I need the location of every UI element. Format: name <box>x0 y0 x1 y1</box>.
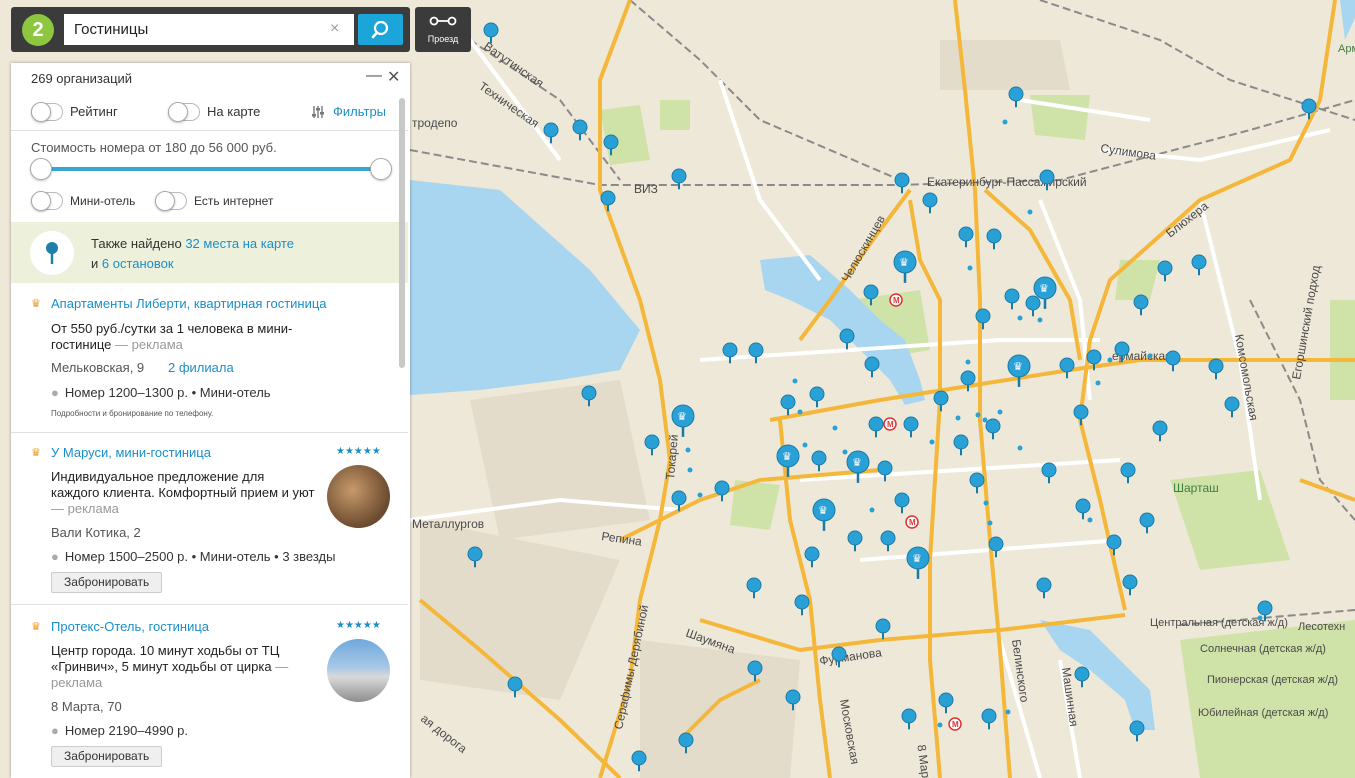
result-description: Центр города. 10 минут ходьбы от ТЦ «Гри… <box>51 643 289 690</box>
result-room-info: ● Номер 1500–2500 р. • Мини-отель • 3 зве… <box>51 549 336 564</box>
svg-text:♛: ♛ <box>852 456 862 469</box>
svg-text:♛: ♛ <box>1039 282 1049 295</box>
result-title[interactable]: Апартаменты Либерти, квартирная гостиниц… <box>51 296 327 311</box>
result-description: От 550 руб./сутки за 1 человека в мини-г… <box>51 321 293 352</box>
svg-text:♛: ♛ <box>912 552 922 565</box>
label-arma: Арма <box>1338 43 1355 55</box>
route-label: Проезд <box>427 34 459 44</box>
result-title[interactable]: У Маруси, мини-гостиница <box>51 445 211 460</box>
hotel-photo[interactable] <box>327 465 390 528</box>
clear-search-icon[interactable]: × <box>330 20 339 38</box>
divider <box>11 432 408 433</box>
label-metallurgov: Металлургов <box>412 517 484 531</box>
crown-icon: ♛ <box>31 621 41 633</box>
label-trodepo: тродепо <box>412 116 458 130</box>
label-pionerskaya: Пионерская (детская ж/д) <box>1207 674 1338 686</box>
svg-text:♛: ♛ <box>782 450 792 463</box>
label-shartash: Шарташ <box>1173 481 1219 495</box>
results-count: 269 организаций <box>31 71 133 86</box>
rating-stars: ★★★★★ <box>336 446 381 457</box>
places-on-map-link[interactable]: 32 места на карте <box>185 236 294 251</box>
svg-text:♛: ♛ <box>818 504 828 517</box>
results-panel: 269 организаций — ✕ Рейтинг На карте Фил… <box>11 63 410 778</box>
svg-text:М: М <box>952 720 959 729</box>
result-room-info: ● Номер 2190–4990 р. <box>51 723 189 738</box>
internet-toggle[interactable] <box>155 191 187 211</box>
panel-scrollbar[interactable] <box>399 98 405 368</box>
hotel-photo[interactable] <box>327 639 390 702</box>
search-icon <box>371 20 389 39</box>
result-address: 8 Марта, 70 <box>51 699 122 714</box>
filters-icon[interactable] <box>311 105 325 119</box>
search-input[interactable]: Гостиницы <box>64 14 354 45</box>
svg-text:♛: ♛ <box>1013 360 1023 373</box>
result-note: Подробности и бронирование по телефону. <box>51 409 214 418</box>
svg-text:М: М <box>887 420 894 429</box>
also-found-prefix: Также найдено <box>91 236 186 251</box>
price-slider-min-handle[interactable] <box>30 158 52 180</box>
rating-toggle[interactable] <box>31 102 63 122</box>
internet-label: Есть интернет <box>194 194 274 208</box>
minimize-icon[interactable]: — <box>366 67 382 85</box>
price-slider-max-handle[interactable] <box>370 158 392 180</box>
result-description: Индивидуальное предложение для каждого к… <box>51 469 315 516</box>
label-ekb-pass: Екатеринбург-Пассажирский <box>927 175 1087 189</box>
result-room-info: ● Номер 1200–1300 р. • Мини-отель <box>51 385 271 400</box>
route-button[interactable]: Проезд <box>415 7 471 52</box>
also-found-text: Также найдено 32 места на карте и 6 оста… <box>91 234 294 274</box>
mini-hotel-toggle[interactable] <box>31 191 63 211</box>
rating-stars: ★★★★★ <box>336 620 381 631</box>
label-yubileinaya: Юбилейная (детская ж/д) <box>1198 707 1328 719</box>
pin-icon <box>30 231 74 275</box>
close-icon[interactable]: ✕ <box>387 67 400 87</box>
result-address: Мельковская, 9 <box>51 360 145 375</box>
svg-text:М: М <box>909 518 916 527</box>
rating-toggle-label: Рейтинг <box>70 104 118 119</box>
svg-text:♛: ♛ <box>677 410 687 423</box>
label-viz: ВИЗ <box>634 182 658 196</box>
result-title[interactable]: Протекс-Отель, гостиница <box>51 619 209 634</box>
label-solnechnaya: Солнечная (детская ж/д) <box>1200 643 1326 655</box>
price-slider-track[interactable] <box>41 167 381 171</box>
divider <box>11 604 408 605</box>
divider <box>11 130 408 131</box>
label-tsentralnaya: Центральная (детская ж/д) <box>1150 617 1288 629</box>
on-map-toggle[interactable] <box>168 102 200 122</box>
also-found-and: и <box>91 256 102 271</box>
book-button[interactable]: Забронировать <box>51 746 163 767</box>
filters-link[interactable]: Фильтры <box>333 104 386 119</box>
svg-text:♛: ♛ <box>899 256 909 269</box>
mini-hotel-label: Мини-отель <box>70 194 136 208</box>
on-map-toggle-label: На карте <box>207 104 261 119</box>
route-icon <box>429 16 457 26</box>
result-address: Вали Котика, 2 <box>51 525 141 540</box>
book-button[interactable]: Забронировать <box>51 572 163 593</box>
svg-text:М: М <box>893 296 900 305</box>
crown-icon: ♛ <box>31 447 41 459</box>
stops-link[interactable]: 6 остановок <box>102 256 174 271</box>
label-lesotekh: Лесотехн <box>1298 621 1345 633</box>
search-bar: 2 Гостиницы × <box>11 7 410 52</box>
branches-link[interactable]: 2 филиала <box>168 360 234 375</box>
also-found-banner: Также найдено 32 места на карте и 6 оста… <box>11 222 408 283</box>
logo-2gis[interactable]: 2 <box>22 14 54 46</box>
crown-icon: ♛ <box>31 298 41 310</box>
search-button[interactable] <box>358 14 403 45</box>
price-label: Стоимость номера от 180 до 56 000 руб. <box>31 140 277 155</box>
